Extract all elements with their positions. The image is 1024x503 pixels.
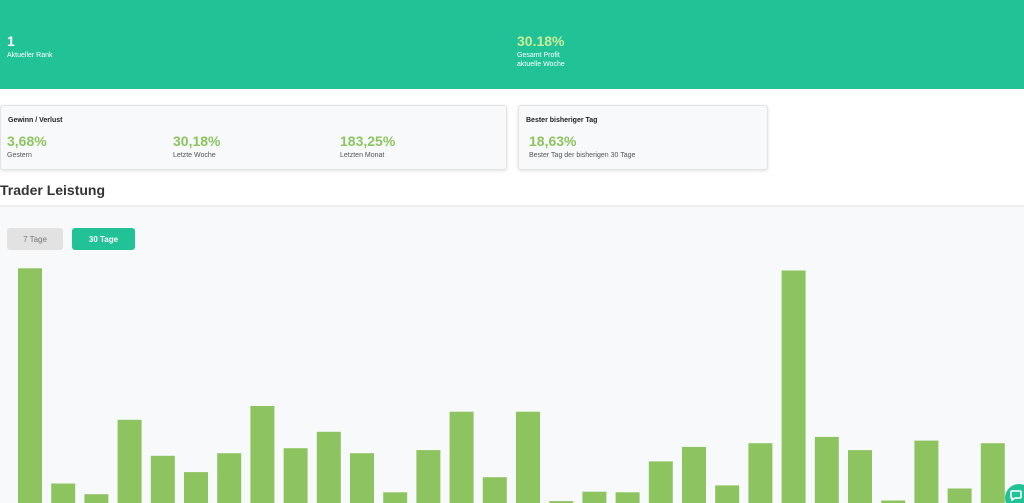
metric-last-week: 30,18% Letzte Woche bbox=[173, 133, 220, 159]
metric-last-week-value: 30,18% bbox=[173, 133, 221, 149]
metric-last-month: 183,25% Letzten Monat bbox=[340, 133, 395, 159]
total-profit-label-line1: Gesamt Profit bbox=[517, 52, 560, 59]
chart-bar bbox=[648, 461, 673, 503]
chart-bar bbox=[615, 492, 640, 503]
chart-bar bbox=[84, 494, 109, 503]
performance-title: Trader Leistung bbox=[0, 182, 106, 198]
metric-yesterday-value: 3,68% bbox=[7, 133, 47, 149]
chart-bar bbox=[748, 443, 773, 503]
best-day-title: Bester bisheriger Tag bbox=[526, 117, 598, 124]
chat-bubble-icon bbox=[1010, 490, 1022, 501]
best-day-label: Bester Tag der bisherigen 30 Tage bbox=[529, 152, 636, 159]
best-day-metric: 18,63% Bester Tag der bisherigen 30 Tage bbox=[529, 133, 635, 159]
total-profit-label-line2: aktuelle Woche bbox=[517, 61, 565, 68]
best-day-value: 18,63% bbox=[529, 133, 577, 149]
metric-last-month-label: Letzten Monat bbox=[340, 152, 385, 159]
toggle-30-days-button[interactable]: 30 Tage bbox=[72, 228, 135, 250]
total-profit-value: 30.18% bbox=[517, 33, 565, 49]
gewinn-verlust-card: Gewinn / Verlust 3,68% Gestern 30,18% Le… bbox=[0, 105, 507, 170]
current-rank-label: Aktueller Rank bbox=[7, 52, 53, 59]
chart-bar bbox=[350, 453, 374, 503]
chart-bar bbox=[18, 268, 42, 503]
total-profit-label: Gesamt Profit aktuelle Woche bbox=[517, 51, 565, 69]
chart-bar bbox=[947, 488, 972, 503]
chart-bar bbox=[117, 419, 142, 503]
current-rank: 1 Aktueller Rank bbox=[7, 33, 53, 60]
best-day-card: Bester bisheriger Tag 18,63% Bester Tag … bbox=[518, 105, 768, 170]
chart-bar bbox=[582, 491, 607, 503]
metric-yesterday: 3,68% Gestern bbox=[7, 133, 47, 159]
chart-bar bbox=[316, 431, 341, 503]
chart-bar bbox=[283, 448, 308, 503]
chart-bar bbox=[848, 450, 872, 503]
chart-bar bbox=[250, 406, 275, 503]
metric-last-month-value: 183,25% bbox=[340, 133, 396, 149]
chart-bar bbox=[383, 492, 408, 503]
chart-bar bbox=[51, 483, 76, 503]
chart-bar bbox=[781, 270, 806, 503]
total-profit: 30.18% Gesamt Profit aktuelle Woche bbox=[517, 33, 565, 69]
chart-bar bbox=[217, 453, 242, 503]
chart-bar bbox=[980, 443, 1005, 503]
current-rank-value: 1 bbox=[7, 33, 15, 49]
chart-bar bbox=[184, 472, 208, 503]
chart-bar bbox=[449, 411, 474, 503]
hero-banner: 1 Aktueller Rank 30.18% Gesamt Profit ak… bbox=[0, 0, 1024, 89]
chart-bar bbox=[516, 411, 540, 503]
metric-yesterday-label: Gestern bbox=[7, 152, 32, 159]
chart-bar bbox=[914, 440, 939, 503]
chart-bar bbox=[416, 450, 441, 503]
gewinn-verlust-title: Gewinn / Verlust bbox=[8, 117, 63, 124]
chart-bar bbox=[482, 477, 507, 503]
chart-bar bbox=[814, 436, 839, 503]
metric-last-week-label: Letzte Woche bbox=[173, 152, 216, 159]
performance-bar-chart bbox=[18, 268, 1005, 503]
toggle-7-days-button[interactable]: 7 Tage bbox=[7, 228, 63, 250]
chart-bar bbox=[715, 485, 740, 503]
chart-bar bbox=[682, 446, 706, 503]
chart-bar bbox=[150, 455, 175, 503]
